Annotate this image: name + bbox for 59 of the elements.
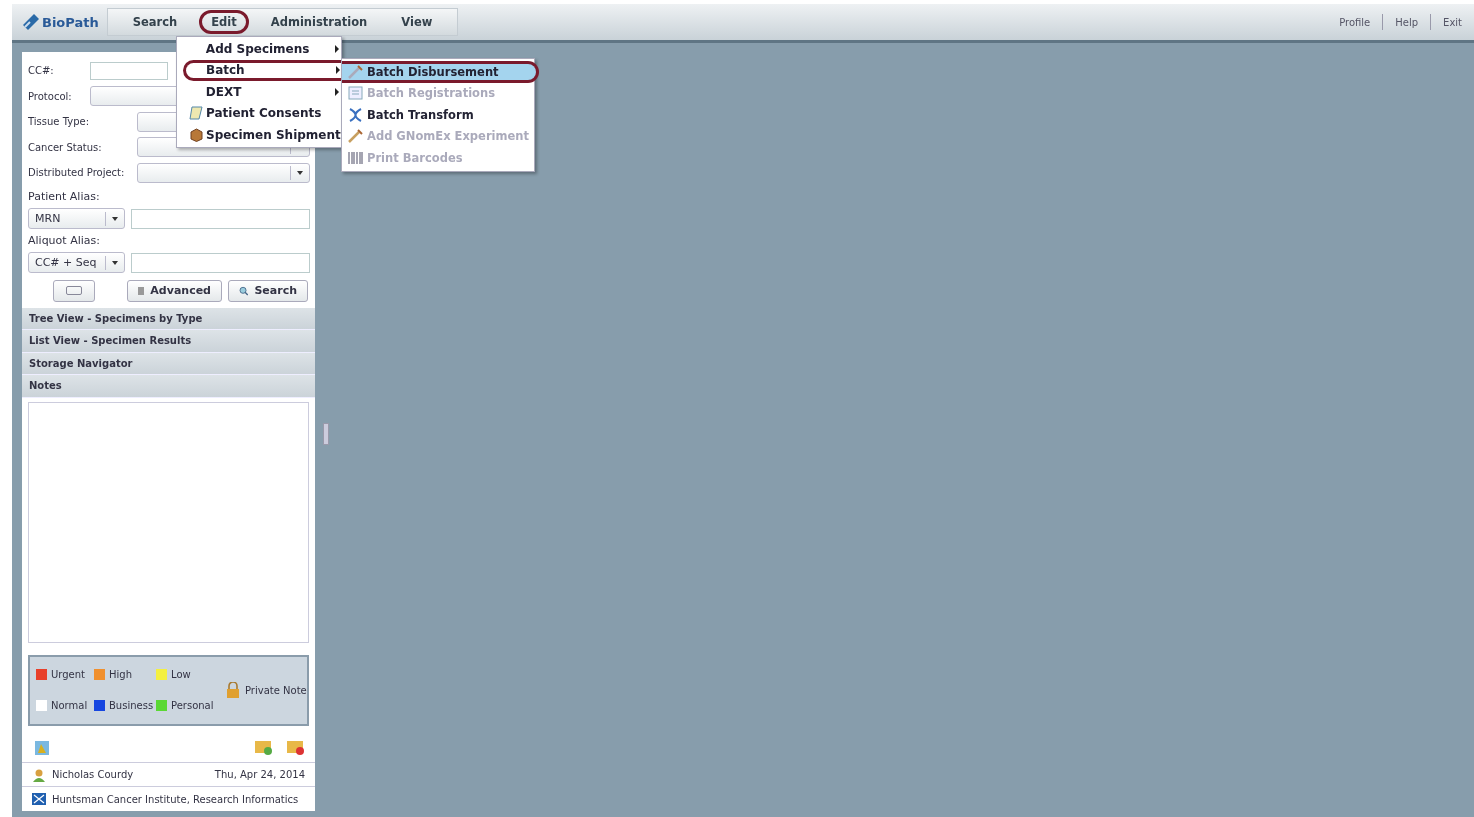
pipette-icon — [347, 64, 363, 79]
current-date: Thu, Apr 24, 2014 — [214, 769, 305, 781]
menu-item[interactable]: Administration — [258, 10, 380, 34]
menu-item[interactable]: Patient Consents — [183, 102, 342, 124]
section-header[interactable]: Tree View - Specimens by Type — [22, 307, 315, 330]
pipette-icon — [347, 129, 363, 144]
app-logo[interactable]: BioPath — [12, 13, 107, 31]
field-label: Aliquot Alias: — [28, 232, 101, 249]
barcode-icon — [347, 151, 363, 164]
menu-item[interactable]: Batch Disbursement — [342, 61, 539, 83]
lock-icon — [226, 682, 240, 699]
legend-label: High — [109, 669, 132, 681]
menu-item[interactable]: Search — [120, 10, 190, 34]
alias-type-dropdown[interactable]: MRN — [28, 208, 125, 229]
legend-label: Private Note — [245, 684, 307, 696]
section-header[interactable]: List View - Specimen Results — [22, 330, 315, 353]
field-label: CC#: — [28, 65, 55, 77]
section-header[interactable]: Storage Navigator — [22, 352, 315, 375]
menu-item[interactable]: Batch — [183, 59, 342, 81]
field-label: Distributed Project: — [28, 167, 125, 179]
search-button[interactable]: Search — [228, 279, 308, 302]
legend-label: Urgent — [51, 669, 85, 681]
cc-field[interactable] — [90, 61, 168, 80]
field-label: Tissue Type: — [28, 116, 89, 128]
field-label: Cancer Status: — [28, 141, 102, 153]
chart-icon[interactable] — [35, 740, 49, 755]
distributed-project-dropdown[interactable] — [137, 162, 310, 183]
advanced-button[interactable]: Advanced — [127, 279, 222, 302]
delete-note-icon[interactable] — [287, 739, 305, 756]
legend-label: Low — [171, 669, 191, 681]
field-label: Patient Alias: — [28, 188, 101, 205]
user-name: Nicholas Courdy — [52, 769, 134, 781]
splitter-handle[interactable] — [323, 423, 329, 445]
notepad-icon — [189, 106, 203, 121]
section-header[interactable]: Notes — [22, 375, 315, 398]
submenu-arrow-icon — [335, 44, 339, 53]
clear-button[interactable] — [53, 279, 95, 302]
top-link[interactable]: Help — [1383, 16, 1431, 28]
organization-name: Huntsman Cancer Institute, Research Informatics — [52, 793, 299, 805]
top-link[interactable]: Profile — [1327, 16, 1383, 28]
form-icon — [347, 86, 363, 101]
aliquot-alias-field[interactable] — [131, 252, 310, 273]
alias-type-dropdown[interactable]: CC# + Seq — [28, 252, 125, 273]
legend-label: Normal — [51, 700, 88, 712]
menu-item[interactable]: View — [389, 10, 445, 34]
menu-item[interactable]: Specimen Shipment — [183, 124, 342, 146]
legend-label: Business — [109, 700, 154, 712]
top-link[interactable]: Exit — [1431, 16, 1474, 28]
legend-label: Personal — [171, 700, 214, 712]
field-label: Protocol: — [28, 90, 73, 102]
menu-item[interactable]: Batch Transform — [342, 104, 534, 126]
institute-logo-icon — [32, 793, 46, 806]
add-note-icon[interactable] — [255, 739, 273, 756]
box-icon — [189, 127, 203, 142]
test-tube-icon — [22, 13, 40, 31]
notes-area[interactable] — [28, 401, 309, 643]
menu-item[interactable]: Add Specimens — [183, 38, 342, 60]
patient-alias-field[interactable] — [131, 208, 310, 229]
user-icon — [32, 767, 46, 782]
